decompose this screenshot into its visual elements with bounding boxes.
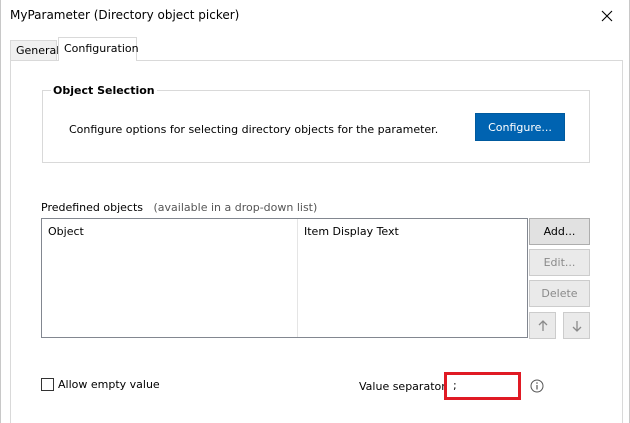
configure-button-label: Configure... — [488, 120, 552, 134]
close-icon — [601, 10, 613, 21]
edit-button-label: Edit... — [543, 256, 576, 269]
add-button-label: Add... — [543, 225, 576, 238]
dialog-window: MyParameter (Directory object picker) Ge… — [0, 0, 630, 423]
configure-button[interactable]: Configure... — [475, 113, 565, 141]
object-selection-title: Object Selection — [51, 84, 157, 97]
move-down-button[interactable] — [563, 312, 590, 339]
info-icon — [530, 379, 544, 393]
delete-button-label: Delete — [541, 287, 578, 300]
tab-strip: General Configuration — [1, 37, 629, 61]
value-separator-input[interactable]: ; — [444, 372, 521, 400]
value-separator-value: ; — [453, 379, 457, 392]
info-button[interactable] — [529, 378, 545, 394]
allow-empty-label: Allow empty value — [58, 378, 160, 391]
move-up-button[interactable] — [529, 312, 556, 339]
window-title: MyParameter (Directory object picker) — [10, 8, 240, 22]
object-selection-group: Object Selection Configure options for s… — [42, 84, 590, 163]
arrow-down-icon — [572, 320, 581, 332]
predefined-objects-label: Predefined objects (available in a drop-… — [41, 201, 317, 214]
tab-configuration[interactable]: Configuration — [58, 37, 139, 61]
predefined-objects-hint: (available in a drop-down list) — [153, 201, 318, 214]
title-bar: MyParameter (Directory object picker) — [1, 0, 629, 31]
configuration-panel: Object Selection Configure options for s… — [10, 60, 623, 423]
object-selection-description: Configure options for selecting director… — [69, 123, 439, 136]
arrow-up-icon — [538, 319, 547, 331]
close-button[interactable] — [585, 0, 629, 31]
allow-empty-checkbox[interactable]: Allow empty value — [41, 378, 160, 391]
predefined-objects-title: Predefined objects — [41, 201, 144, 214]
delete-button[interactable]: Delete — [529, 280, 590, 307]
tab-general[interactable]: General — [10, 40, 59, 61]
add-button[interactable]: Add... — [529, 218, 590, 245]
allow-empty-checkbox-box[interactable] — [41, 378, 54, 391]
edit-button[interactable]: Edit... — [529, 249, 590, 276]
column-header-object[interactable]: Object — [42, 219, 298, 337]
value-separator-label: Value separator — [359, 380, 446, 393]
predefined-objects-list[interactable]: Object Item Display Text — [41, 218, 528, 338]
column-header-item-display-text[interactable]: Item Display Text — [298, 219, 527, 337]
